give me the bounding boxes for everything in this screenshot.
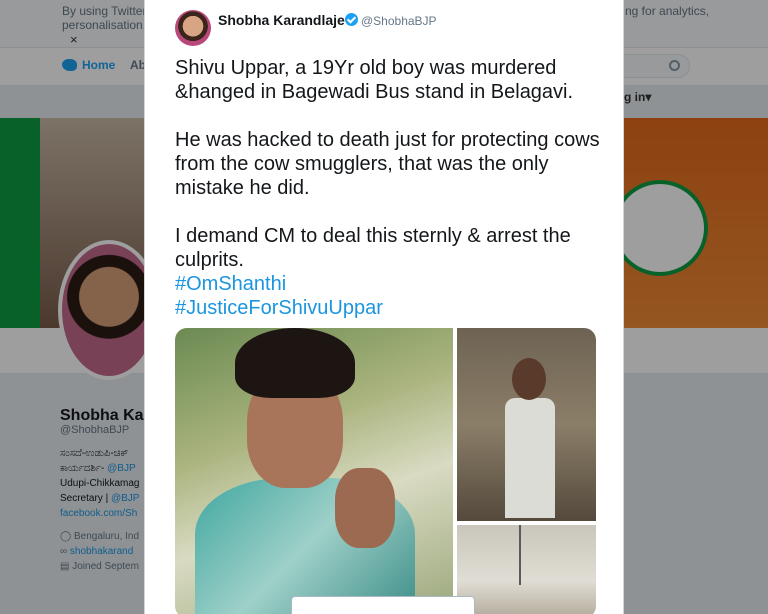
hashtag-link[interactable]: #OmShanthi [175,272,615,296]
tweet-photo[interactable] [175,328,453,614]
tweet-media-grid [175,328,596,614]
hashtag-link[interactable]: #JusticeForShivuUppar [175,296,615,320]
tweet-paragraph: I demand CM to deal this sternly & arres… [175,225,571,271]
tweet-photo[interactable] [457,328,596,521]
tweet-text: Shivu Uppar, a 19Yr old boy was murdered… [175,56,615,320]
tweet-modal: Shobha Karandlaje @ShobhaBJP Shivu Uppar… [144,0,624,614]
media-tooltip [291,596,475,614]
author-avatar[interactable] [175,10,211,46]
tweet-photo[interactable] [457,525,596,614]
author-handle[interactable]: @ShobhaBJP [361,14,437,28]
author-name[interactable]: Shobha Karandlaje [218,12,345,28]
tweet-paragraph: He was hacked to death just for protecti… [175,129,600,199]
tweet-paragraph: Shivu Uppar, a 19Yr old boy was murdered… [175,57,574,103]
verified-badge-icon [345,13,358,26]
